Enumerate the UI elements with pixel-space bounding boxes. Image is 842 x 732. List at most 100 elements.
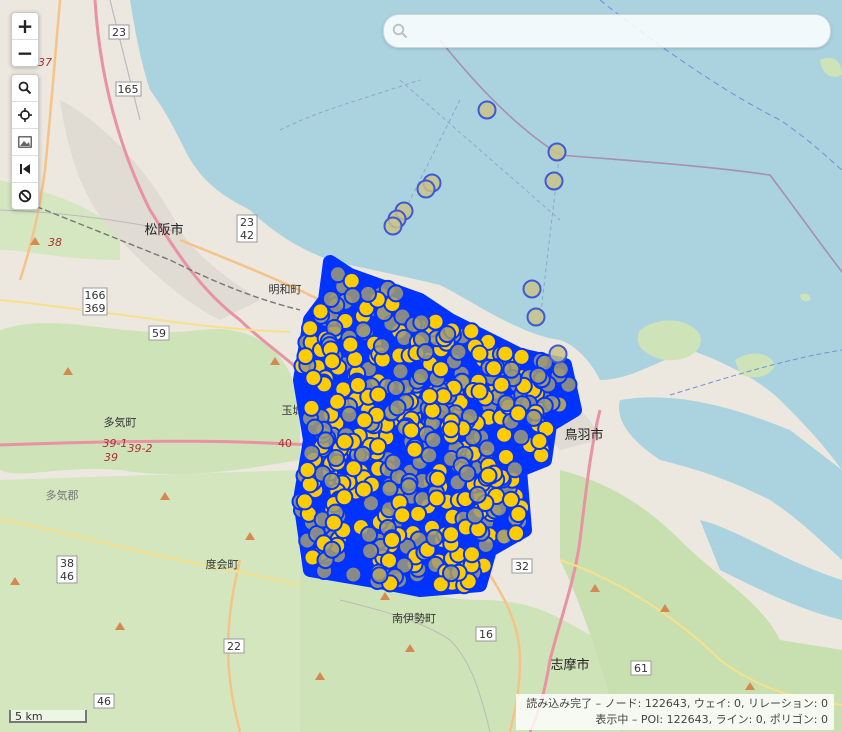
poi-marker[interactable] (442, 525, 461, 544)
poi-marker[interactable] (547, 142, 567, 162)
poi-marker[interactable] (420, 446, 439, 465)
poi-marker[interactable] (477, 100, 497, 120)
poi-marker[interactable] (449, 342, 468, 361)
poi-marker[interactable] (416, 179, 436, 199)
poi-marker[interactable] (505, 460, 524, 479)
poi-marker[interactable] (479, 466, 498, 485)
poi-marker[interactable] (296, 347, 315, 366)
poi-marker[interactable] (359, 284, 377, 303)
poi-marker[interactable] (427, 489, 446, 508)
poi-marker[interactable] (470, 344, 489, 363)
poi-marker[interactable] (409, 504, 428, 523)
poi-marker[interactable] (341, 335, 360, 354)
image-button[interactable] (12, 129, 38, 156)
svg-text:59: 59 (152, 327, 166, 340)
poi-marker[interactable] (322, 472, 341, 490)
poi-marker[interactable] (412, 313, 431, 332)
poi-marker[interactable] (384, 453, 403, 472)
poi-marker[interactable] (484, 359, 503, 378)
poi-marker[interactable] (370, 566, 389, 585)
poi-marker[interactable] (304, 369, 323, 388)
poi-marker[interactable] (551, 360, 570, 379)
poi-marker[interactable] (383, 531, 401, 549)
poi-marker[interactable] (344, 565, 363, 584)
poi-marker[interactable] (420, 387, 439, 406)
poi-marker[interactable] (462, 322, 481, 341)
map-tiles[interactable]: 23 165 2342 166369 59 40 3846 32 16 22 4… (0, 0, 842, 732)
poi-marker[interactable] (441, 420, 460, 439)
poi-marker[interactable] (402, 421, 421, 440)
poi-marker[interactable] (302, 398, 321, 417)
locate-button[interactable] (12, 102, 38, 129)
poi-marker[interactable] (470, 382, 489, 401)
zoom-in-button[interactable]: + (12, 13, 38, 40)
clear-button[interactable] (12, 183, 38, 209)
poi-marker[interactable] (321, 290, 340, 308)
poi-marker[interactable] (524, 408, 543, 427)
poi-marker[interactable] (438, 325, 457, 344)
search-input[interactable] (416, 16, 830, 46)
poi-marker[interactable] (327, 449, 345, 467)
poi-marker[interactable] (361, 542, 380, 560)
poi-marker[interactable] (380, 479, 399, 498)
poi-marker[interactable] (355, 411, 374, 430)
poi-marker[interactable] (530, 432, 549, 450)
poi-marker[interactable] (343, 287, 362, 306)
poi-marker[interactable] (431, 360, 450, 379)
poi-marker[interactable] (512, 427, 530, 446)
poi-marker[interactable] (522, 279, 542, 299)
poi-marker[interactable] (323, 540, 342, 559)
poi-marker[interactable] (295, 492, 314, 511)
poi-marker[interactable] (502, 490, 520, 509)
poi-marker[interactable] (328, 392, 347, 411)
poi-marker[interactable] (416, 343, 435, 362)
poi-marker[interactable] (305, 418, 324, 437)
poi-marker[interactable] (526, 307, 546, 327)
poi-marker[interactable] (324, 513, 343, 532)
poi-marker[interactable] (424, 431, 443, 449)
back-button[interactable] (12, 156, 38, 183)
poi-marker[interactable] (405, 440, 424, 459)
poi-marker[interactable] (302, 444, 321, 463)
poi-marker[interactable] (462, 545, 481, 564)
search-tool-button[interactable] (12, 75, 38, 102)
poi-marker[interactable] (548, 344, 568, 364)
poi-marker[interactable] (478, 439, 497, 458)
poi-marker[interactable] (360, 525, 378, 544)
poi-marker[interactable] (423, 401, 442, 420)
poi-marker[interactable] (492, 375, 511, 394)
poi-marker[interactable] (425, 528, 444, 547)
poi-marker[interactable] (342, 271, 361, 290)
poi-marker[interactable] (383, 216, 403, 236)
poi-marker[interactable] (354, 321, 373, 340)
poi-marker[interactable] (502, 360, 521, 379)
poi-marker[interactable] (298, 461, 317, 479)
poi-marker[interactable] (428, 469, 447, 488)
poi-marker[interactable] (468, 485, 487, 504)
poi-marker[interactable] (411, 367, 430, 385)
poi-marker[interactable] (544, 171, 564, 191)
poi-marker[interactable] (393, 506, 412, 525)
poi-marker[interactable] (335, 432, 354, 451)
poi-marker[interactable] (387, 379, 405, 397)
map-view[interactable]: 23 165 23 42 166 369 59 40 38 46 32 16 22 4… (0, 0, 842, 732)
poi-marker[interactable] (391, 362, 410, 381)
poi-marker[interactable] (372, 337, 391, 356)
poi-marker[interactable] (340, 405, 359, 424)
poi-marker[interactable] (349, 376, 367, 394)
poi-marker[interactable] (335, 488, 354, 507)
poi-marker[interactable] (509, 404, 528, 423)
poi-marker[interactable] (369, 385, 388, 404)
zoom-out-button[interactable]: − (12, 40, 38, 66)
poi-marker[interactable] (387, 284, 406, 303)
poi-marker[interactable] (399, 477, 418, 496)
poi-marker[interactable] (354, 480, 373, 499)
poi-marker[interactable] (507, 524, 526, 543)
poi-marker[interactable] (323, 352, 342, 371)
poi-marker[interactable] (529, 366, 548, 385)
poi-marker[interactable] (466, 506, 484, 525)
poi-marker[interactable] (458, 464, 477, 483)
poi-marker[interactable] (388, 398, 407, 417)
poi-marker[interactable] (442, 564, 460, 583)
poi-marker[interactable] (369, 437, 388, 456)
